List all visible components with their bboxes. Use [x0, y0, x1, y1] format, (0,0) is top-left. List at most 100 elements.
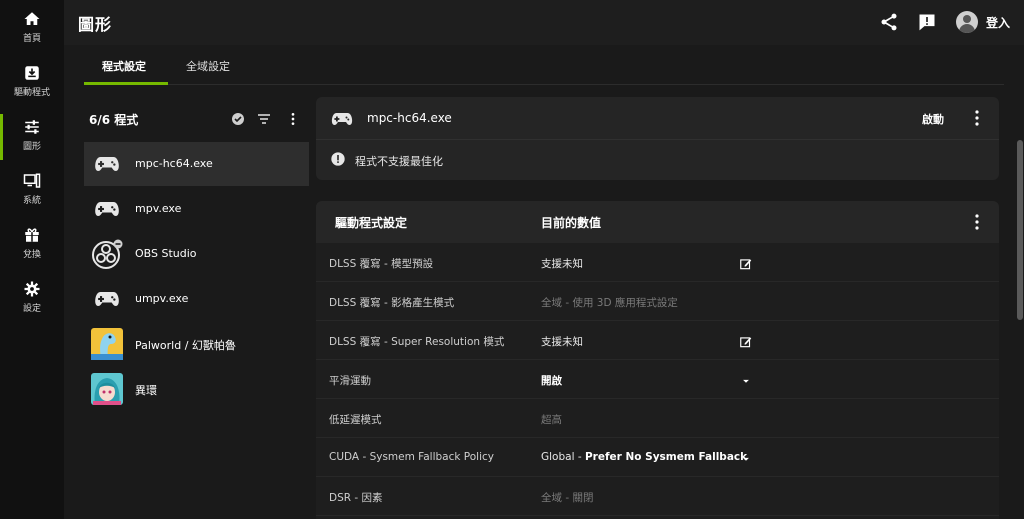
settings-more-button[interactable] — [971, 213, 983, 231]
program-count: 6/6 程式 — [89, 113, 139, 127]
warning-icon — [331, 152, 345, 166]
driver-download-icon — [25, 66, 39, 80]
program-item-obs-studio[interactable]: OBS Studio — [84, 232, 309, 276]
divider — [316, 139, 999, 140]
gamepad-icon — [91, 193, 123, 225]
driver-settings-table: 驅動程式設定 目前的數值 DLSS 覆寫 - 模型預設 支援未知 DLSS 覆寫… — [316, 201, 999, 519]
chevron-down-icon — [743, 457, 749, 461]
nav-label: 設定 — [22, 304, 41, 314]
optimization-warning: 程式不支援最佳化 — [355, 155, 443, 168]
gamepad-icon — [91, 148, 123, 180]
program-name: mpc-hc64.exe — [135, 157, 213, 170]
program-name: mpv.exe — [135, 202, 182, 215]
nav-label: 兌換 — [22, 250, 41, 260]
chevron-down-icon — [743, 379, 749, 383]
left-nav: 首頁 驅動程式 圖形 系統 兌換 設定 — [0, 0, 64, 519]
program-name: umpv.exe — [135, 292, 189, 305]
gear-icon — [24, 281, 40, 297]
filter-icon — [258, 114, 270, 124]
nav-item-settings[interactable]: 設定 — [0, 272, 64, 326]
app-more-button[interactable] — [971, 109, 983, 127]
kebab-menu-icon — [975, 214, 979, 230]
login-button[interactable]: 登入 — [956, 11, 1010, 33]
edit-button[interactable] — [739, 334, 753, 348]
setting-name: 平滑運動 — [329, 375, 371, 387]
launch-button[interactable]: 啟動 — [922, 111, 944, 127]
program-item-mpv[interactable]: mpv.exe — [84, 187, 309, 231]
verified-filter-button[interactable] — [230, 111, 246, 127]
setting-name: 低延遲模式 — [329, 414, 382, 426]
scrollbar-thumb[interactable] — [1017, 140, 1023, 320]
setting-name: DSR - 因素 — [329, 492, 383, 504]
program-name: Palworld / 幻獸帕魯 — [135, 339, 236, 352]
setting-row-cuda-sysmem[interactable]: CUDA - Sysmem Fallback Policy Global - P… — [316, 438, 999, 477]
nav-item-home[interactable]: 首頁 — [0, 2, 64, 56]
filter-button[interactable] — [256, 111, 272, 127]
nav-item-system[interactable]: 系統 — [0, 164, 64, 218]
setting-name: DLSS 覆寫 - 模型預設 — [329, 258, 434, 270]
program-name: 異環 — [135, 384, 157, 397]
kebab-menu-icon — [291, 113, 295, 125]
setting-row-dsr-factors[interactable]: DSR - 因素 全域 - 關閉 — [316, 477, 999, 516]
setting-value: 開啟 — [541, 375, 562, 387]
nav-item-redeem[interactable]: 兌換 — [0, 218, 64, 272]
edit-button[interactable] — [739, 256, 753, 270]
main-content: 程式設定 全域設定 6/6 程式 mpc-hc64.exe mpv.exe OB… — [64, 45, 1024, 519]
setting-value: Global - Prefer No Sysmem Fallback — [541, 451, 747, 463]
setting-value-main: Prefer No Sysmem Fallback — [584, 451, 748, 463]
nav-label: 系統 — [22, 196, 41, 206]
nav-label: 首頁 — [22, 34, 41, 44]
setting-value: 超高 — [541, 414, 562, 426]
setting-row-dlss-super-resolution[interactable]: DLSS 覆寫 - Super Resolution 模式 支援未知 — [316, 321, 999, 360]
app-name: mpc-hc64.exe — [367, 111, 452, 125]
program-item-yihuan[interactable]: 異環 — [84, 367, 309, 411]
selected-app-card: mpc-hc64.exe 啟動 程式不支援最佳化 — [316, 97, 999, 180]
setting-value: 全域 - 使用 3D 應用程式設定 — [541, 297, 678, 309]
program-item-palworld[interactable]: Palworld / 幻獸帕魯 — [84, 322, 309, 366]
setting-value-prefix: Global - — [541, 451, 585, 463]
login-label: 登入 — [986, 15, 1011, 30]
gamepad-icon — [331, 113, 353, 125]
yihuan-app-icon — [91, 373, 123, 405]
setting-name: DLSS 覆寫 - 影格產生模式 — [329, 297, 455, 309]
page-title: 圖形 — [78, 15, 113, 34]
program-list-more-button[interactable] — [285, 111, 301, 127]
app-header: 圖形 登入 — [64, 0, 1024, 45]
setting-row-dlss-model-preset[interactable]: DLSS 覆寫 - 模型預設 支援未知 — [316, 243, 999, 282]
edit-icon — [740, 259, 752, 270]
graphics-sliders-icon — [25, 120, 39, 134]
setting-row-smooth-motion[interactable]: 平滑運動 開啟 — [316, 360, 999, 399]
dropdown-button[interactable] — [739, 373, 753, 387]
obs-logo-icon — [91, 238, 123, 270]
nav-item-drivers[interactable]: 驅動程式 — [0, 56, 64, 110]
avatar-icon — [956, 11, 978, 33]
settings-table-header: 驅動程式設定 目前的數值 — [316, 201, 999, 243]
share-button[interactable] — [879, 12, 899, 32]
setting-name: DLSS 覆寫 - Super Resolution 模式 — [329, 336, 505, 348]
feedback-button[interactable] — [917, 12, 937, 32]
program-item-umpv[interactable]: umpv.exe — [84, 277, 309, 321]
system-monitor-icon — [23, 173, 41, 188]
column-header-value: 目前的數值 — [541, 216, 602, 230]
program-list-header: 6/6 程式 — [84, 97, 309, 141]
check-badge-icon — [232, 113, 244, 125]
home-icon — [24, 12, 40, 25]
tab-global-settings[interactable]: 全域設定 — [186, 58, 230, 74]
gift-icon — [25, 228, 39, 242]
column-header-setting: 驅動程式設定 — [335, 216, 408, 230]
nav-item-graphics[interactable]: 圖形 — [0, 110, 64, 164]
edit-icon — [740, 337, 752, 348]
setting-value: 支援未知 — [541, 336, 583, 348]
setting-row-low-latency[interactable]: 低延遲模式 超高 — [316, 399, 999, 438]
dropdown-button[interactable] — [739, 451, 753, 465]
setting-name: CUDA - Sysmem Fallback Policy — [329, 451, 495, 463]
nav-label: 驅動程式 — [13, 88, 50, 98]
program-list: 6/6 程式 mpc-hc64.exe mpv.exe OBS Studio u… — [84, 97, 309, 519]
setting-value: 支援未知 — [541, 258, 583, 270]
active-tab-indicator — [84, 82, 168, 85]
palworld-app-icon — [91, 328, 123, 360]
tab-program-settings[interactable]: 程式設定 — [102, 58, 146, 74]
program-item-mpc-hc64[interactable]: mpc-hc64.exe — [84, 142, 309, 186]
program-name: OBS Studio — [135, 247, 197, 260]
setting-row-dlss-frame-gen[interactable]: DLSS 覆寫 - 影格產生模式 全域 - 使用 3D 應用程式設定 — [316, 282, 999, 321]
